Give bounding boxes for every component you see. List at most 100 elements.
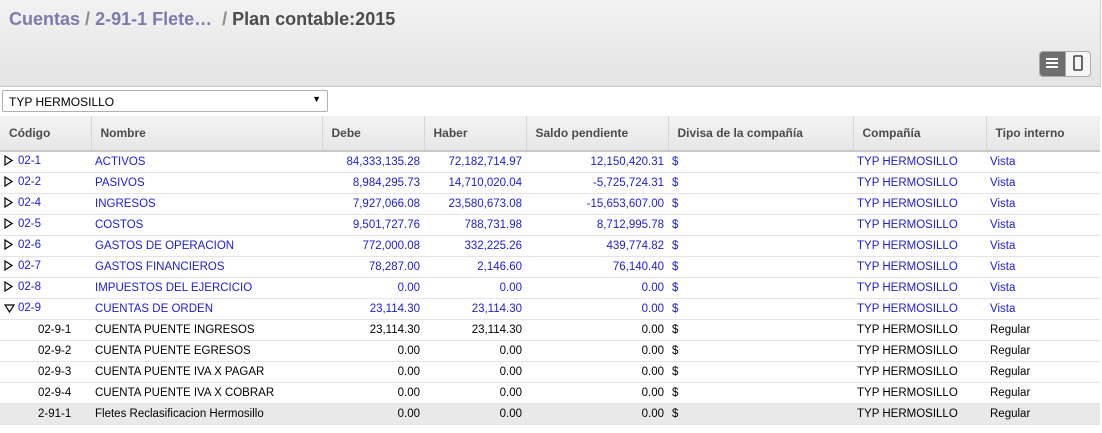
cell-company: TYP HERMOSILLO (853, 151, 986, 173)
table-row[interactable]: 2-91-1 Fletes Reclasificacion Hermosillo 0… (0, 403, 1100, 425)
table-row[interactable]: 02-9-3 CUENTA PUENTE IVA X PAGAR 0.00 0.00 0… (0, 361, 1100, 383)
breadcrumb-item-account[interactable]: 2-91-1 Flete… (95, 9, 212, 29)
table-row[interactable]: 02-1 ACTIVOS 84,333,135.28 72,182,714.97 12,… (0, 151, 1100, 173)
expand-triangle-icon[interactable] (4, 218, 16, 230)
cell-type: Vista (986, 256, 1100, 278)
company-select[interactable]: TYP HERMOSILLO ▼ (2, 90, 328, 112)
column-header-debe[interactable]: Debe (322, 116, 425, 152)
column-header-compania[interactable]: Compañía (853, 116, 987, 152)
cell-name: CUENTA PUENTE EGRESOS (91, 340, 322, 362)
breadcrumb-separator: / (222, 9, 228, 29)
expand-triangle-icon[interactable] (4, 155, 16, 167)
cell-type: Vista (986, 193, 1100, 215)
cell-name: COSTOS (91, 214, 322, 236)
column-header-codigo[interactable]: Código (0, 116, 92, 152)
cell-type: Regular (986, 382, 1100, 404)
form-view-button[interactable] (1064, 52, 1091, 76)
cell-company: TYP HERMOSILLO (853, 340, 986, 362)
filter-bar: TYP HERMOSILLO ▼ (0, 87, 1100, 116)
breadcrumb-separator: / (85, 9, 91, 29)
column-header-nombre[interactable]: Nombre (91, 116, 323, 152)
cell-currency: $ (668, 361, 853, 383)
table-row[interactable]: 02-7 GASTOS FINANCIEROS 78,287.00 2,146.60 7… (0, 256, 1100, 278)
cell-name: CUENTAS DE ORDEN (91, 298, 322, 320)
column-header-divisa[interactable]: Divisa de la compañía (668, 116, 854, 152)
table-row[interactable]: 02-9-4 CUENTA PUENTE IVA X COBRAR 0.00 0.00… (0, 382, 1100, 404)
table-row[interactable]: 02-9-1 CUENTA PUENTE INGRESOS 23,114.30 23,… (0, 319, 1100, 341)
cell-currency: $ (668, 256, 853, 278)
cell-company: TYP HERMOSILLO (853, 361, 986, 383)
cell-currency: $ (668, 340, 853, 362)
cell-debe: 84,333,135.28 (322, 151, 424, 173)
cell-currency: $ (668, 193, 853, 215)
collapse-triangle-icon[interactable] (4, 304, 16, 313)
cell-currency: $ (668, 403, 853, 425)
cell-company: TYP HERMOSILLO (853, 193, 986, 215)
cell-currency: $ (668, 151, 853, 173)
cell-type: Regular (986, 319, 1100, 341)
company-select-value: TYP HERMOSILLO (9, 95, 115, 109)
expand-triangle-icon[interactable] (4, 260, 16, 272)
list-view-button[interactable] (1040, 52, 1065, 76)
expand-triangle-icon[interactable] (4, 281, 16, 293)
table-row[interactable]: 02-9-2 CUENTA PUENTE EGRESOS 0.00 0.00 0.00 $… (0, 340, 1100, 362)
cell-haber: 0.00 (424, 403, 526, 425)
view-switcher (1039, 51, 1091, 77)
cell-currency: $ (668, 382, 853, 404)
table-row[interactable]: 02-2 PASIVOS 8,984,295.73 14,710,020.04 -5,7… (0, 172, 1100, 194)
cell-company: TYP HERMOSILLO (853, 172, 986, 194)
expand-triangle-icon[interactable] (4, 197, 16, 209)
cell-company: TYP HERMOSILLO (853, 235, 986, 257)
table-row[interactable]: 02-8 IMPUESTOS DEL EJERCICIO 0.00 0.00 0.00 $… (0, 277, 1100, 299)
cell-debe: 8,984,295.73 (322, 172, 424, 194)
cell-company: TYP HERMOSILLO (853, 298, 986, 320)
cell-code: 02-9 (0, 298, 91, 320)
column-header-haber[interactable]: Haber (424, 116, 527, 152)
expand-triangle-icon[interactable] (4, 176, 16, 188)
column-header-saldo[interactable]: Saldo pendiente (526, 116, 669, 152)
cell-saldo: 0.00 (526, 403, 668, 425)
cell-haber: 72,182,714.97 (424, 151, 526, 173)
cell-debe: 0.00 (322, 382, 424, 404)
table-row[interactable]: 02-4 INGRESOS 7,927,066.08 23,580,673.08 -15… (0, 193, 1100, 215)
form-view-icon (1072, 54, 1083, 74)
account-code: 02-9-2 (38, 345, 72, 357)
table-row[interactable]: 02-5 COSTOS 9,501,727.76 788,731.98 8,712,99… (0, 214, 1100, 236)
cell-debe: 23,114.30 (322, 319, 424, 341)
account-code: 02-8 (18, 280, 42, 293)
cell-type: Regular (986, 361, 1100, 383)
cell-type: Regular (986, 403, 1100, 425)
cell-type: Vista (986, 298, 1100, 320)
table-row[interactable]: 02-9 CUENTAS DE ORDEN 23,114.30 23,114.30 0.… (0, 298, 1100, 320)
cell-haber: 23,114.30 (424, 298, 526, 320)
cell-code: 02-2 (0, 172, 91, 194)
list-view-icon (1046, 57, 1059, 71)
cell-type: Vista (986, 277, 1100, 299)
table-row[interactable]: 02-6 GASTOS DE OPERACION 772,000.08 332,225… (0, 235, 1100, 257)
cell-haber: 23,580,673.08 (424, 193, 526, 215)
cell-haber: 2,146.60 (424, 256, 526, 278)
cell-haber: 788,731.98 (424, 214, 526, 236)
cell-currency: $ (668, 277, 853, 299)
cell-haber: 0.00 (424, 340, 526, 362)
cell-code: 02-9-4 (0, 382, 91, 404)
cell-debe: 0.00 (322, 277, 424, 299)
account-code: 02-1 (18, 154, 42, 167)
cell-type: Vista (986, 172, 1100, 194)
table-header-row: Código Nombre Debe Haber Saldo pendiente… (0, 116, 1100, 152)
cell-currency: $ (668, 172, 853, 194)
cell-code: 02-5 (0, 214, 91, 236)
cell-name: CUENTA PUENTE INGRESOS (91, 319, 322, 341)
cell-haber: 0.00 (424, 382, 526, 404)
cell-debe: 9,501,727.76 (322, 214, 424, 236)
column-header-tipo[interactable]: Tipo interno (986, 116, 1100, 152)
breadcrumb-item-cuentas[interactable]: Cuentas (9, 9, 80, 29)
accounts-table: Código Nombre Debe Haber Saldo pendiente… (0, 116, 1100, 425)
cell-saldo: 76,140.40 (526, 256, 668, 278)
account-code: 02-9-4 (38, 387, 72, 399)
cell-debe: 23,114.30 (322, 298, 424, 320)
cell-haber: 0.00 (424, 277, 526, 299)
expand-triangle-icon[interactable] (4, 239, 16, 251)
dropdown-arrow-icon: ▼ (312, 94, 321, 104)
cell-saldo: 439,774.82 (526, 235, 668, 257)
